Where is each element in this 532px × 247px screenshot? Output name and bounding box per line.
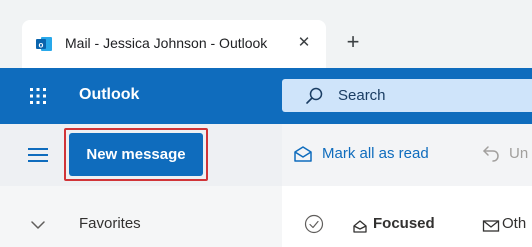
- focused-inbox-icon: [353, 220, 367, 233]
- tab-other[interactable]: Oth: [502, 215, 526, 232]
- command-bar-left: New message: [0, 124, 282, 186]
- envelope-open-icon[interactable]: [293, 145, 313, 163]
- tab-focused[interactable]: Focused: [373, 215, 435, 232]
- svg-text:o: o: [39, 41, 44, 50]
- main-area: Favorites Focused Oth: [0, 186, 532, 247]
- app-name[interactable]: Outlook: [79, 86, 139, 104]
- undo-icon[interactable]: [482, 143, 500, 163]
- search-icon: [306, 87, 323, 104]
- command-bar-right: Mark all as read Un: [282, 124, 532, 186]
- tab-close-icon[interactable]: ✕: [294, 33, 314, 53]
- other-inbox-icon: [482, 220, 500, 232]
- browser-tab-strip: o Mail - Jessica Johnson - Outlook ✕ +: [0, 0, 532, 68]
- favorites-section-header[interactable]: Favorites: [79, 215, 141, 232]
- command-bar: New message Mark all as read Un: [0, 124, 532, 186]
- outlook-favicon-icon: o: [36, 37, 52, 51]
- tab-title: Mail - Jessica Johnson - Outlook: [65, 35, 268, 51]
- search-placeholder: Search: [338, 87, 386, 104]
- browser-tab-active[interactable]: o Mail - Jessica Johnson - Outlook ✕: [22, 20, 326, 68]
- message-list-pane: Focused Oth: [282, 186, 532, 247]
- chevron-down-icon[interactable]: [31, 220, 45, 230]
- folder-pane: Favorites: [0, 186, 282, 247]
- undo-button[interactable]: Un: [509, 145, 528, 162]
- outlook-header: Outlook Search: [0, 68, 532, 124]
- new-message-button[interactable]: New message: [69, 133, 203, 176]
- select-all-checkmark-icon[interactable]: [304, 214, 324, 234]
- browser-window: o Mail - Jessica Johnson - Outlook ✕ + O…: [0, 0, 532, 247]
- search-input[interactable]: Search: [282, 79, 532, 112]
- app-launcher-waffle-icon[interactable]: [28, 86, 48, 106]
- new-tab-plus-icon[interactable]: +: [341, 30, 365, 54]
- mark-all-read-button[interactable]: Mark all as read: [322, 145, 429, 162]
- hamburger-menu-icon[interactable]: [28, 148, 48, 162]
